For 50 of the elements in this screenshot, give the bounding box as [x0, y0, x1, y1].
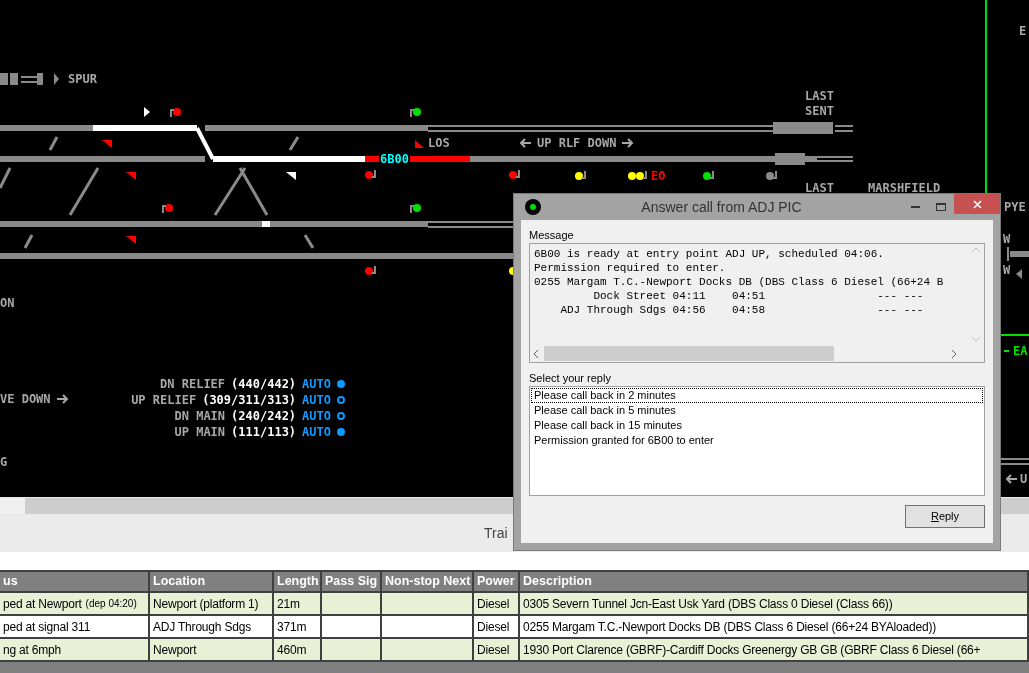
track-label: W — [1003, 264, 1011, 276]
table-cell-text: Diesel — [477, 641, 510, 659]
table-cell-text: ng at 6mph — [3, 641, 62, 659]
route-signals: (240/242) — [231, 408, 297, 424]
route-name: UP RELIEF — [131, 392, 197, 408]
table-cell-text: ped at Newport — [3, 595, 82, 613]
route-signals: (111/113) — [231, 424, 297, 440]
table-cell-text: 0255 Margam T.C.-Newport Docks DB (DBS Class 6 Diesel (66+24 BYAloaded)) — [523, 618, 936, 636]
table-cell-text: 460m — [277, 641, 307, 659]
table-cell-text: Diesel — [477, 618, 510, 636]
route-signals: (440/442) — [231, 376, 297, 392]
direction-label: U — [1020, 473, 1028, 485]
route-name: UP MAIN — [174, 424, 226, 440]
table-cell-text: 371m — [277, 618, 307, 636]
track-label: G — [0, 456, 8, 468]
track-label: LAST — [805, 182, 834, 194]
route-name: DN MAIN — [174, 408, 226, 424]
track-label: MARSHFIELD — [868, 182, 941, 194]
direction-label: UP RLF DOWN — [537, 137, 617, 149]
table-cell-text: ped at signal 311 — [3, 618, 91, 636]
message-line: Permission required to enter. — [534, 261, 727, 275]
table-cell-text: Newport — [153, 641, 197, 659]
track-label: ON — [0, 297, 15, 309]
message-line: 6B00 is ready at entry point ADJ UP, scheduled 04:06. — [534, 247, 885, 261]
departure-note: (dep 04:20) — [85, 597, 137, 611]
route-signals: (309/311/313) — [202, 392, 297, 408]
message-line: Dock Street 04:11 04:51 --- --- — [592, 289, 925, 303]
table-cell-text: Diesel — [477, 595, 510, 613]
panel-title: Trai — [484, 524, 508, 543]
direction-label: VE DOWN — [0, 393, 51, 405]
table-cell-text: 1930 Port Clarence (GBRF)-Cardiff Docks Greenergy GB GB (GBRF Class 6 Diesel (66+ — [523, 641, 981, 659]
table-cell-text: ADJ Through Sdgs — [153, 618, 251, 636]
track-label: W — [1003, 233, 1011, 245]
table-cell-text: Newport (platform 1) — [153, 595, 259, 613]
reply-label: Select your reply — [529, 371, 612, 385]
track-label: LOS — [428, 137, 450, 149]
table-cell-text: 21m — [277, 595, 300, 613]
route-name: DN RELIEF — [160, 376, 226, 392]
alarm-label: EO — [651, 170, 666, 182]
message-label: Message — [529, 228, 575, 242]
window-title: Answer call from ADJ PIC — [640, 197, 803, 217]
track-label: PYE — [1004, 201, 1026, 213]
track-label: LAST — [805, 90, 834, 102]
track-label: SENT — [805, 105, 834, 117]
track-label: E — [1019, 25, 1027, 37]
message-line: ADJ Through Sdgs 04:56 04:58 --- --- — [559, 303, 925, 317]
table-cell-text: 0305 Severn Tunnel Jcn-East Usk Yard (DBS Class 0 Diesel (Class 66)) — [523, 595, 893, 613]
message-line: 0255 Margam T.C.-Newport Docks DB (DBS Class 6 Diesel (66+24 B — [534, 275, 945, 289]
exit-label: EA — [1013, 345, 1028, 357]
track-label: SPUR — [68, 73, 97, 85]
